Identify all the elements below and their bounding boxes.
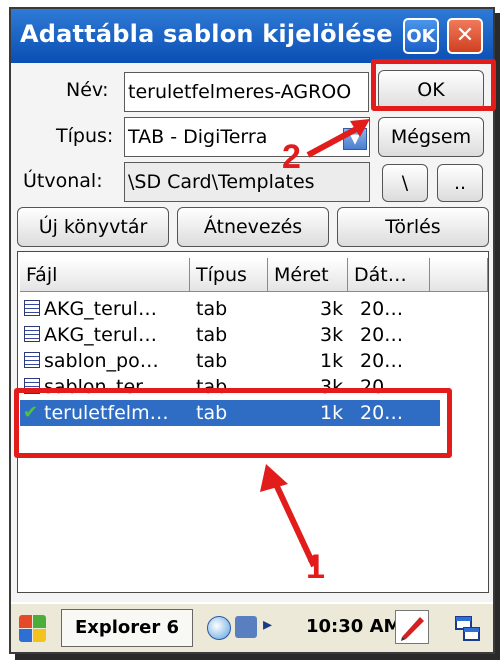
name-label: Név: — [66, 79, 109, 101]
new-folder-button[interactable]: Új könyvtár — [17, 207, 169, 247]
path-label: Útvonal: — [23, 170, 103, 192]
windows-start-icon[interactable] — [17, 613, 47, 643]
file-size: 1k — [320, 350, 344, 372]
explorer-taskbar-button[interactable]: Explorer 6 — [61, 609, 193, 647]
file-type: tab — [196, 350, 228, 372]
column-header-empty — [430, 258, 488, 292]
type-label: Típus: — [56, 125, 114, 147]
title-ok-button[interactable]: OK — [403, 18, 439, 54]
annotation-number-2: 2 — [282, 138, 301, 176]
delete-button[interactable]: Törlés — [337, 207, 489, 247]
file-date: 20… — [360, 350, 404, 372]
rename-button[interactable]: Átnevezés — [177, 207, 329, 247]
table-row[interactable]: AKG_terul… tab 3k 20… — [20, 296, 440, 322]
parent-folder-button[interactable]: .. — [437, 164, 483, 202]
table-row[interactable]: sablon_po… tab 1k 20… — [20, 348, 440, 374]
pen-input-icon[interactable] — [395, 610, 429, 644]
file-name: sablon_po… — [44, 350, 159, 372]
file-type: tab — [196, 324, 228, 346]
search-icon[interactable] — [207, 616, 231, 640]
file-size: 3k — [320, 324, 344, 346]
column-header-file[interactable]: Fájl — [20, 258, 190, 292]
cancel-button[interactable]: Mégsem — [378, 117, 484, 157]
annotation-box-ok — [371, 59, 496, 111]
title-bar: Adattábla sablon kijelölése OK ✕ — [11, 9, 493, 63]
file-name: AKG_terul… — [44, 298, 157, 320]
file-icon — [24, 300, 40, 316]
type-select-value: TAB - DigiTerra — [128, 126, 268, 148]
file-icon — [24, 326, 40, 342]
annotation-number-1: 1 — [306, 548, 325, 586]
file-size: 3k — [320, 298, 344, 320]
taskbar: Explorer 6 ▸ 10:30 AM — [11, 602, 493, 652]
column-header-type[interactable]: Típus — [190, 258, 268, 292]
table-row[interactable]: AKG_terul… tab 3k 20… — [20, 322, 440, 348]
path-field: \SD Card\Templates — [124, 162, 370, 202]
file-date: 20… — [360, 298, 404, 320]
column-header-date[interactable]: Dát… — [348, 258, 430, 292]
annotation-arrow-2 — [306, 119, 370, 158]
file-name: AKG_terul… — [44, 324, 157, 346]
network-icon[interactable] — [235, 616, 257, 638]
arrow-icon: ▸ — [263, 614, 273, 635]
annotation-box-selected-file — [14, 388, 452, 458]
column-header-size[interactable]: Méret — [268, 258, 348, 292]
file-date: 20… — [360, 324, 404, 346]
dialog-title: Adattábla sablon kijelölése — [20, 20, 393, 48]
file-type: tab — [196, 298, 228, 320]
root-folder-button[interactable]: \ — [382, 164, 428, 202]
clock[interactable]: 10:30 AM — [306, 616, 401, 637]
file-icon — [24, 352, 40, 368]
close-button[interactable]: ✕ — [447, 18, 483, 54]
windows-switch-icon[interactable] — [453, 614, 483, 644]
